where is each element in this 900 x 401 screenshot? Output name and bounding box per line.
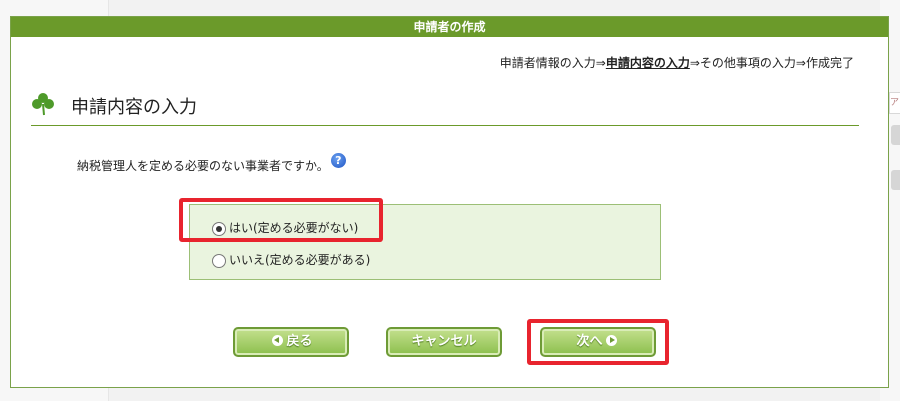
step-separator: ⇒ [689, 56, 700, 70]
step-applicant-info: 申請者情報の入力 [499, 56, 596, 70]
step-separator: ⇒ [595, 56, 606, 70]
question: 納税管理人を定める必要のない事業者ですか。? [77, 153, 346, 174]
dialog-title: 申請者の作成 [11, 17, 888, 37]
step-indicator: 申請者情報の入力⇒申請内容の入力⇒その他事項の入力⇒作成完了 [500, 54, 854, 71]
background-side-tab[interactable]: アロ [889, 92, 900, 114]
clover-icon [32, 93, 54, 116]
cancel-button[interactable]: キャンセル [386, 327, 502, 357]
highlight-box-next [527, 319, 669, 365]
option-no[interactable]: いいえ(定める必要がある) [212, 251, 370, 268]
create-applicant-dialog: 申請者の作成 申請者情報の入力⇒申請内容の入力⇒その他事項の入力⇒作成完了 申請… [10, 16, 889, 388]
highlight-box-yes [179, 198, 383, 242]
background-side-button[interactable] [891, 170, 900, 190]
cancel-button-label: キャンセル [411, 334, 477, 349]
step-other-items: その他事項の入力 [699, 56, 796, 70]
arrow-left-icon [272, 335, 284, 346]
radio-no[interactable] [212, 253, 226, 268]
section-title: 申請内容の入力 [71, 97, 197, 118]
step-separator: ⇒ [795, 56, 806, 70]
help-icon[interactable]: ? [330, 153, 346, 168]
step-application-content-current: 申請内容の入力 [605, 56, 690, 70]
back-button[interactable]: 戻る [233, 327, 349, 357]
question-text: 納税管理人を定める必要のない事業者ですか。 [77, 159, 329, 173]
background-side-button[interactable] [891, 125, 900, 145]
section-header: 申請内容の入力 [31, 89, 859, 126]
option-no-label: いいえ(定める必要がある) [229, 253, 371, 267]
step-complete: 作成完了 [805, 56, 854, 70]
back-button-label: 戻る [286, 334, 313, 349]
